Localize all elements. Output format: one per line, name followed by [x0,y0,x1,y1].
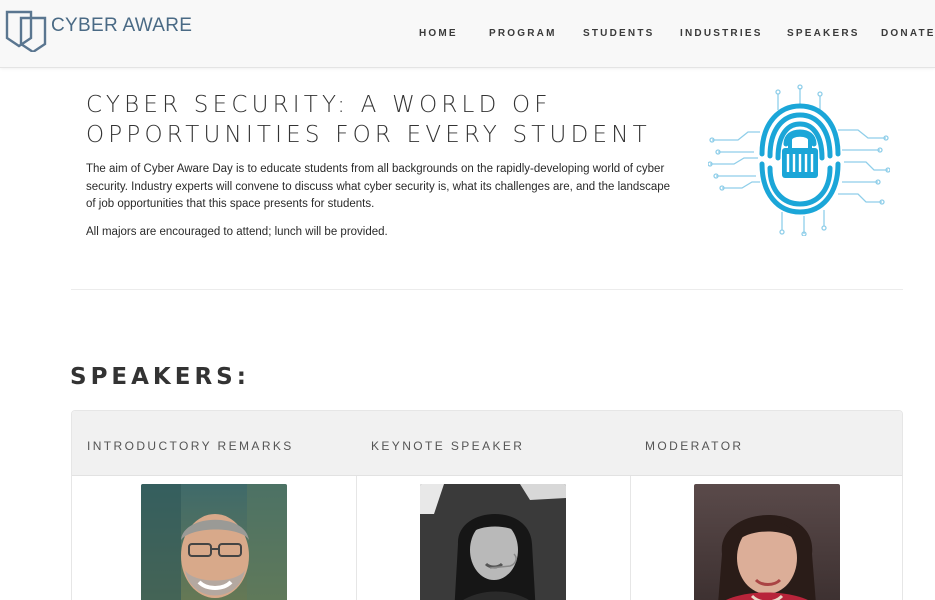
site-header: CYBER AWARE HOME PROGRAM STUDENTS INDUST… [0,0,935,68]
speakers-panel: INTRODUCTORY REMARKS KEYNOTE SPEAKER MOD… [71,410,903,600]
col-label-introductory-remarks: INTRODUCTORY REMARKS [87,439,294,453]
speakers-panel-header: INTRODUCTORY REMARKS KEYNOTE SPEAKER MOD… [72,411,902,476]
nav-industries[interactable]: INDUSTRIES [680,28,763,39]
hero-title-line-2: OPPORTUNITIES FOR EVERY STUDENT [86,122,651,148]
hero-title-line-1: CYBER SECURITY: A WORLD OF [86,92,552,118]
speaker-photo-introductory[interactable] [141,484,287,600]
nav-speakers[interactable]: SPEAKERS [787,28,860,39]
speaker-photo-moderator[interactable] [694,484,840,600]
hero-description: The aim of Cyber Aware Day is to educate… [86,163,671,210]
col-label-keynote-speaker: KEYNOTE SPEAKER [371,439,525,453]
column-divider [630,476,631,600]
speaker-photo-keynote[interactable] [420,484,566,600]
hero-title: CYBER SECURITY: A WORLD OF OPPORTUNITIES… [86,90,686,150]
column-divider [356,476,357,600]
main-nav: HOME PROGRAM STUDENTS INDUSTRIES SPEAKER… [0,28,935,42]
col-label-moderator: MODERATOR [645,439,744,453]
nav-donate[interactable]: DONATE [881,28,935,39]
fingerprint-lock-icon [708,84,890,236]
section-divider [71,289,903,290]
speakers-heading: SPEAKERS: [70,364,250,390]
nav-program[interactable]: PROGRAM [489,28,557,39]
nav-home[interactable]: HOME [419,28,458,39]
hero-note: All majors are encouraged to attend; lun… [86,226,388,238]
nav-students[interactable]: STUDENTS [583,28,655,39]
